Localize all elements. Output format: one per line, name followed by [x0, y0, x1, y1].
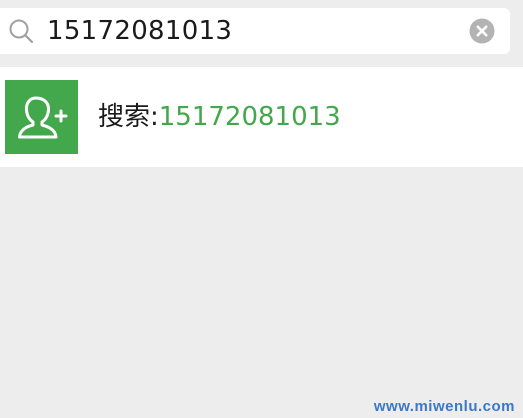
search-result-item[interactable]: 搜索:15172081013 [0, 67, 523, 167]
clear-icon[interactable] [469, 18, 495, 44]
search-icon [8, 18, 34, 44]
result-phone-number: 15172081013 [158, 102, 341, 132]
search-result-text: 搜索:15172081013 [98, 67, 341, 167]
search-bar[interactable]: 15172081013 [0, 8, 510, 54]
search-input[interactable]: 15172081013 [47, 8, 232, 54]
watermark: www.miwenlu.com [373, 398, 515, 415]
add-contact-icon [5, 80, 78, 154]
result-prefix: 搜索: [98, 102, 159, 132]
